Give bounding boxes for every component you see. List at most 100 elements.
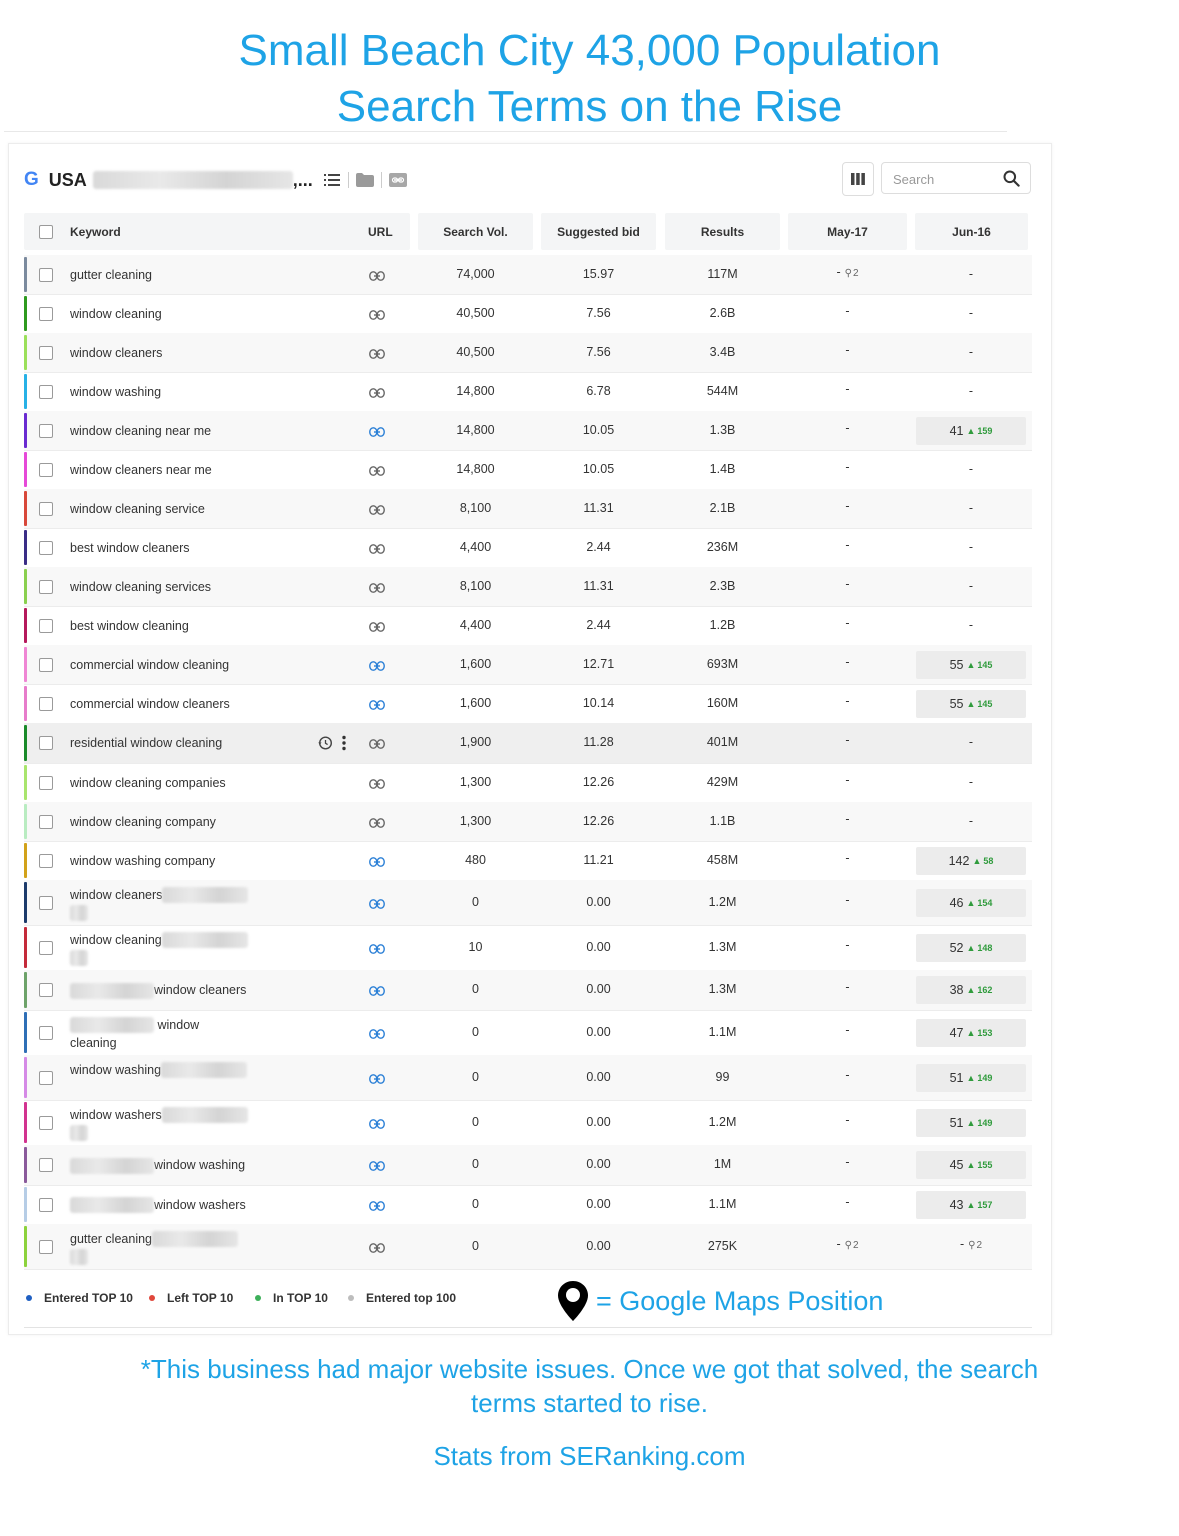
table-row[interactable]: commercial window cleaners 1,600 10.14 160M…: [24, 684, 1032, 724]
keyword-column-header[interactable]: Keyword URL: [24, 213, 410, 250]
table-row[interactable]: window cleaning 40,500 7.56 2.6B - -: [24, 294, 1032, 334]
history-icon[interactable]: [317, 735, 333, 754]
jun-position-badge[interactable]: 45 ▲ 155: [916, 1151, 1026, 1179]
table-row[interactable]: gutter cleaning 74,000 15.97 117M - ⚲2-: [24, 255, 1032, 295]
row-checkbox[interactable]: [39, 895, 53, 910]
jun-position-badge[interactable]: 43 ▲ 157: [916, 1190, 1026, 1219]
results-column-header[interactable]: Results: [665, 213, 780, 250]
table-row[interactable]: window washing 0 0.00 1M - 45 ▲ 155: [24, 1145, 1032, 1186]
table-row[interactable]: commercial window cleaning 1,600 12.71 693M…: [24, 645, 1032, 685]
more-options-icon[interactable]: [341, 735, 347, 754]
jun-position-badge[interactable]: 51 ▲ 149: [916, 1108, 1026, 1137]
row-checkbox[interactable]: [39, 1197, 53, 1212]
url-link-icon[interactable]: [369, 426, 385, 440]
table-row[interactable]: window cleaners near me 14,800 10.05 1.4B - -: [24, 450, 1032, 490]
jun-position-badge[interactable]: 55 ▲ 145: [916, 689, 1026, 718]
url-link-icon[interactable]: [369, 1073, 385, 1087]
url-link-icon[interactable]: [369, 898, 385, 912]
row-checkbox[interactable]: [39, 501, 53, 516]
row-checkbox[interactable]: [39, 579, 53, 594]
row-checkbox[interactable]: [39, 306, 53, 321]
region-label[interactable]: USA: [49, 170, 87, 191]
url-link-icon[interactable]: [369, 621, 385, 635]
select-all-checkbox[interactable]: [39, 225, 53, 239]
url-link-icon[interactable]: [369, 856, 385, 870]
row-checkbox[interactable]: [39, 1158, 53, 1172]
row-checkbox[interactable]: [39, 462, 53, 477]
row-checkbox[interactable]: [39, 657, 53, 672]
url-link-icon[interactable]: [369, 309, 385, 323]
table-row[interactable]: window cleaners 0 0.00 1.3M - 38 ▲ 162: [24, 970, 1032, 1011]
jun-position-badge[interactable]: 142 ▲ 58: [916, 846, 1026, 875]
row-checkbox[interactable]: [39, 940, 53, 955]
table-row[interactable]: best window cleaning 4,400 2.44 1.2B - -: [24, 606, 1032, 646]
url-link-icon[interactable]: [369, 817, 385, 831]
url-link-icon[interactable]: [369, 1160, 385, 1174]
row-checkbox[interactable]: [39, 423, 53, 438]
table-row[interactable]: window cleaning company 1,300 12.26 1.1B - -: [24, 802, 1032, 842]
jun-position-badge[interactable]: 55 ▲ 145: [916, 650, 1026, 679]
list-icon[interactable]: [321, 169, 343, 191]
may-17-column-header[interactable]: May-17: [788, 213, 907, 250]
suggested-bid-column-header[interactable]: Suggested bid: [541, 213, 656, 250]
row-checkbox[interactable]: [39, 1025, 53, 1040]
table-row[interactable]: gutter cleaning 0 0.00 275K - ⚲2- ⚲2: [24, 1224, 1032, 1270]
row-checkbox[interactable]: [39, 1115, 53, 1130]
row-checkbox[interactable]: [39, 384, 53, 399]
url-link-icon[interactable]: [369, 504, 385, 518]
url-link-icon[interactable]: [369, 699, 385, 713]
table-row[interactable]: residential window cleaning 1,900 11.28 401…: [24, 723, 1032, 764]
jun-position-badge[interactable]: 52 ▲ 148: [916, 933, 1026, 962]
url-link-icon[interactable]: [369, 660, 385, 674]
url-link-icon[interactable]: [369, 985, 385, 999]
url-link-icon[interactable]: [369, 543, 385, 557]
row-checkbox[interactable]: [39, 775, 53, 790]
url-link-icon[interactable]: [369, 465, 385, 479]
url-link-icon[interactable]: [369, 738, 385, 752]
jun-position-badge[interactable]: 38 ▲ 162: [916, 976, 1026, 1004]
table-row[interactable]: window cleaning near me 14,800 10.05 1.3B - 4…: [24, 411, 1032, 451]
jun-position-badge[interactable]: 46 ▲ 154: [916, 888, 1026, 917]
search-icon[interactable]: [1003, 170, 1020, 187]
row-checkbox[interactable]: [39, 267, 53, 282]
table-row[interactable]: best window cleaners 4,400 2.44 236M - -: [24, 528, 1032, 568]
row-checkbox[interactable]: [39, 540, 53, 555]
table-row[interactable]: window cleaning 0 0.00 1.1M - 47 ▲ 153: [24, 1010, 1032, 1056]
table-row[interactable]: window washers 0 0.00 1.2M - 51 ▲ 149: [24, 1100, 1032, 1146]
table-row[interactable]: window cleaners 0 0.00 1.2M - 46 ▲ 154: [24, 880, 1032, 926]
table-row[interactable]: window cleaning 10 0.00 1.3M - 52 ▲ 148: [24, 925, 1032, 971]
row-checkbox[interactable]: [39, 618, 53, 633]
row-checkbox[interactable]: [39, 736, 53, 750]
url-link-icon[interactable]: [369, 1242, 385, 1256]
url-link-icon[interactable]: [369, 387, 385, 401]
url-link-icon[interactable]: [369, 943, 385, 957]
table-row[interactable]: window cleaning companies 1,300 12.26 429M -…: [24, 763, 1032, 803]
table-row[interactable]: window cleaning services 8,100 11.31 2.3B - -: [24, 567, 1032, 607]
row-checkbox[interactable]: [39, 1239, 53, 1254]
row-checkbox[interactable]: [39, 696, 53, 711]
table-row[interactable]: window washers 0 0.00 1.1M - 43 ▲ 157: [24, 1185, 1032, 1225]
row-checkbox[interactable]: [39, 1070, 53, 1085]
table-row[interactable]: window washing 0 0.00 99 - 51 ▲ 149: [24, 1055, 1032, 1101]
url-link-icon[interactable]: [369, 1118, 385, 1132]
url-link-icon[interactable]: [369, 582, 385, 596]
table-row[interactable]: window washing company 480 11.21 458M - 142 ▲ 5…: [24, 841, 1032, 881]
url-link-icon[interactable]: [369, 1200, 385, 1214]
jun-16-column-header[interactable]: Jun-16: [915, 213, 1028, 250]
columns-toggle-button[interactable]: [842, 162, 874, 196]
row-checkbox[interactable]: [39, 814, 53, 829]
jun-position-badge[interactable]: 47 ▲ 153: [916, 1018, 1026, 1047]
row-checkbox[interactable]: [39, 345, 53, 360]
folder-icon[interactable]: [354, 169, 376, 191]
url-link-icon[interactable]: [369, 270, 385, 284]
table-row[interactable]: window cleaners 40,500 7.56 3.4B - -: [24, 333, 1032, 373]
tag-link-icon[interactable]: [387, 169, 409, 191]
table-row[interactable]: window washing 14,800 6.78 544M - -: [24, 372, 1032, 412]
search-volume-column-header[interactable]: Search Vol.: [418, 213, 533, 250]
jun-position-badge[interactable]: 41 ▲ 159: [916, 416, 1026, 445]
jun-position-badge[interactable]: 51 ▲ 149: [916, 1063, 1026, 1092]
url-link-icon[interactable]: [369, 348, 385, 362]
search-input[interactable]: [891, 171, 995, 188]
url-link-icon[interactable]: [369, 1028, 385, 1042]
row-checkbox[interactable]: [39, 983, 53, 997]
